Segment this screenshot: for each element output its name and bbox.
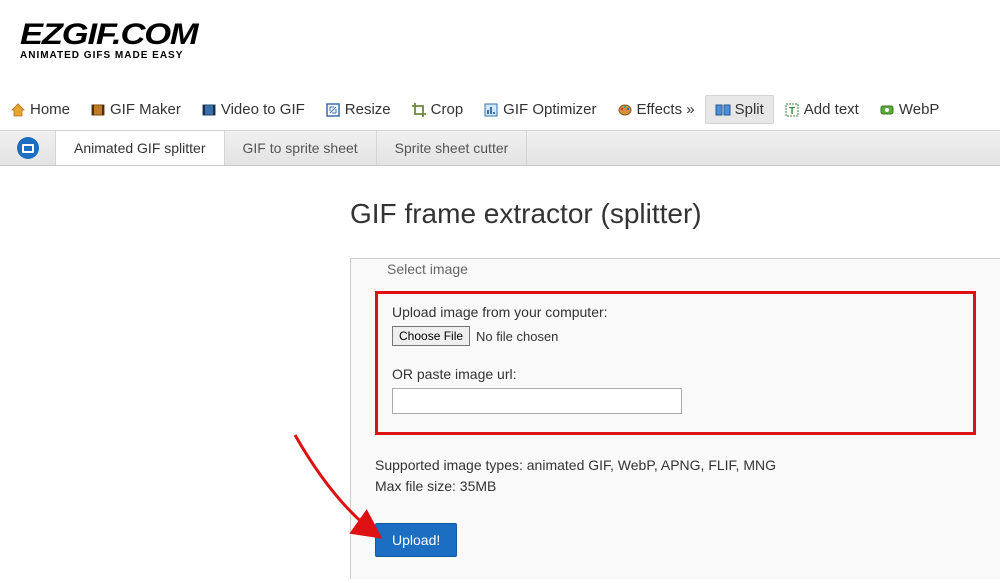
tab-animated-gif-splitter[interactable]: Animated GIF splitter — [56, 131, 225, 165]
nav-effects[interactable]: Effects » — [607, 95, 705, 124]
nav-resize[interactable]: Resize — [315, 95, 401, 124]
nav-home[interactable]: Home — [0, 95, 80, 124]
tab-sprite-sheet-cutter[interactable]: Sprite sheet cutter — [377, 131, 528, 165]
select-image-fieldset: Select image Upload image from your comp… — [351, 259, 1000, 579]
text-icon: T — [784, 102, 800, 118]
highlight-box: Upload image from your computer: Choose … — [375, 291, 976, 435]
split-icon — [715, 102, 731, 118]
split-circle-icon — [17, 137, 39, 159]
choose-file-button[interactable]: Choose File — [392, 326, 470, 346]
nav-label: Video to GIF — [221, 101, 305, 118]
file-input-row: Choose File No file chosen — [392, 326, 959, 346]
nav-label: WebP — [899, 101, 940, 118]
nav-label: GIF Maker — [110, 101, 181, 118]
optimize-icon — [483, 102, 499, 118]
supported-types-text: Supported image types: animated GIF, Web… — [375, 455, 976, 476]
nav-label: Split — [735, 101, 764, 118]
crop-icon — [411, 102, 427, 118]
tool-icon — [0, 131, 56, 165]
svg-text:T: T — [789, 106, 795, 117]
resize-icon — [325, 102, 341, 118]
nav-split[interactable]: Split — [705, 95, 774, 124]
nav-gif-maker[interactable]: GIF Maker — [80, 95, 191, 124]
palette-icon — [617, 102, 633, 118]
upload-button[interactable]: Upload! — [375, 523, 457, 557]
nav-label: Add text — [804, 101, 859, 118]
max-size-text: Max file size: 35MB — [375, 476, 976, 497]
tab-label: GIF to sprite sheet — [243, 140, 358, 156]
fieldset-legend: Select image — [381, 261, 474, 277]
form-area: Select image Upload image from your comp… — [350, 258, 1000, 579]
film-icon — [90, 102, 106, 118]
tab-label: Sprite sheet cutter — [395, 140, 509, 156]
nav-add-text[interactable]: T Add text — [774, 95, 869, 124]
nav-crop[interactable]: Crop — [401, 95, 474, 124]
webp-icon — [879, 102, 895, 118]
tab-label: Animated GIF splitter — [74, 140, 206, 156]
nav-label: GIF Optimizer — [503, 101, 596, 118]
header: EZGIF.COM ANIMATED GIFS MADE EASY — [0, 0, 1000, 71]
main-content: GIF frame extractor (splitter) Select im… — [0, 166, 1000, 579]
page-title: GIF frame extractor (splitter) — [350, 198, 1000, 230]
nav-label: Resize — [345, 101, 391, 118]
home-icon — [10, 102, 26, 118]
main-nav: Home GIF Maker Video to GIF Resize Crop … — [0, 89, 1000, 130]
nav-label: Home — [30, 101, 70, 118]
or-paste-url-label: OR paste image url: — [392, 366, 959, 382]
sub-nav: Animated GIF splitter GIF to sprite shee… — [0, 130, 1000, 166]
nav-label: Effects » — [637, 101, 695, 118]
upload-label: Upload image from your computer: — [392, 304, 959, 320]
nav-gif-optimizer[interactable]: GIF Optimizer — [473, 95, 606, 124]
film-icon — [201, 102, 217, 118]
tab-gif-to-sprite-sheet[interactable]: GIF to sprite sheet — [225, 131, 377, 165]
logo-text: EZGIF.COM — [20, 18, 1000, 52]
nav-video-to-gif[interactable]: Video to GIF — [191, 95, 315, 124]
nav-label: Crop — [431, 101, 464, 118]
nav-webp[interactable]: WebP — [869, 95, 950, 124]
file-status: No file chosen — [476, 329, 558, 344]
url-input[interactable] — [392, 388, 682, 414]
